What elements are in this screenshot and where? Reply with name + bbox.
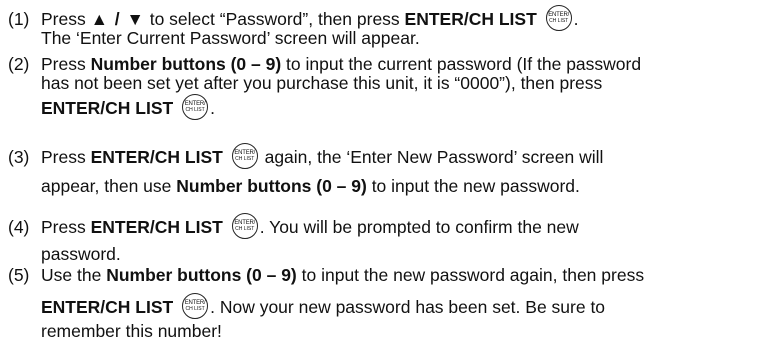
step-number: (1)	[8, 9, 30, 29]
step-1-line-2: The ‘Enter Current Password’ screen will…	[41, 28, 420, 48]
step-5-line-2: ENTER/CH LIST ENTER/CH LIST. Now your ne…	[41, 293, 605, 320]
step-number: (2)	[8, 54, 30, 74]
step-number: (3)	[8, 147, 30, 167]
step-5-line-3: remember this number!	[41, 321, 222, 341]
enter-ch-list-button-icon: ENTER/CH LIST	[545, 5, 572, 32]
up-down-arrows-icon: ▲ / ▼	[90, 9, 145, 29]
enter-ch-list-button-icon: ENTER/CH LIST	[182, 293, 209, 320]
step-number: (4)	[8, 217, 30, 237]
step-4-line-1: Press ENTER/CH LIST ENTER/CH LIST. You w…	[41, 213, 579, 240]
enter-ch-list-button-icon: ENTER/CH LIST	[182, 94, 209, 121]
step-5-line-1: Use the Number buttons (0 – 9) to input …	[41, 265, 645, 285]
enter-ch-list-button-icon: ENTER/CH LIST	[231, 143, 258, 170]
step-4-line-2: password.	[41, 244, 121, 264]
enter-ch-list-button-icon: ENTER/CH LIST	[231, 213, 258, 240]
step-3-line-1: Press ENTER/CH LIST ENTER/CH LIST again,…	[41, 143, 603, 170]
enter-ch-list-label: ENTER/CH LIST	[404, 9, 537, 29]
step-number: (5)	[8, 265, 30, 285]
step-3-line-2: appear, then use Number buttons (0 – 9) …	[41, 176, 580, 196]
step-2-line-2: has not been set yet after you purchase …	[41, 73, 603, 93]
step-2-line-3: ENTER/CH LIST ENTER/CH LIST.	[41, 94, 215, 121]
